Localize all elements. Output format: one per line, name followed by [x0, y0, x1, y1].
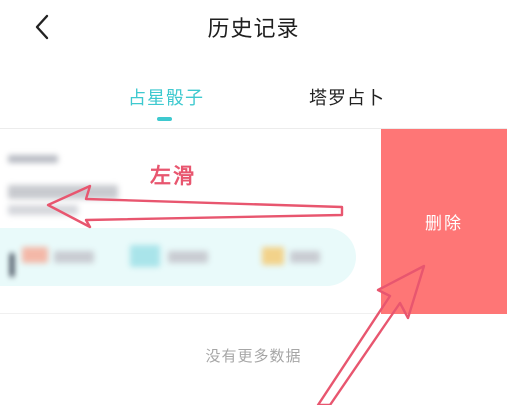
- pointer-arrow-icon: [316, 264, 426, 405]
- swipe-left-arrow-icon: [46, 184, 344, 229]
- no-more-data-text: 没有更多数据: [205, 347, 302, 365]
